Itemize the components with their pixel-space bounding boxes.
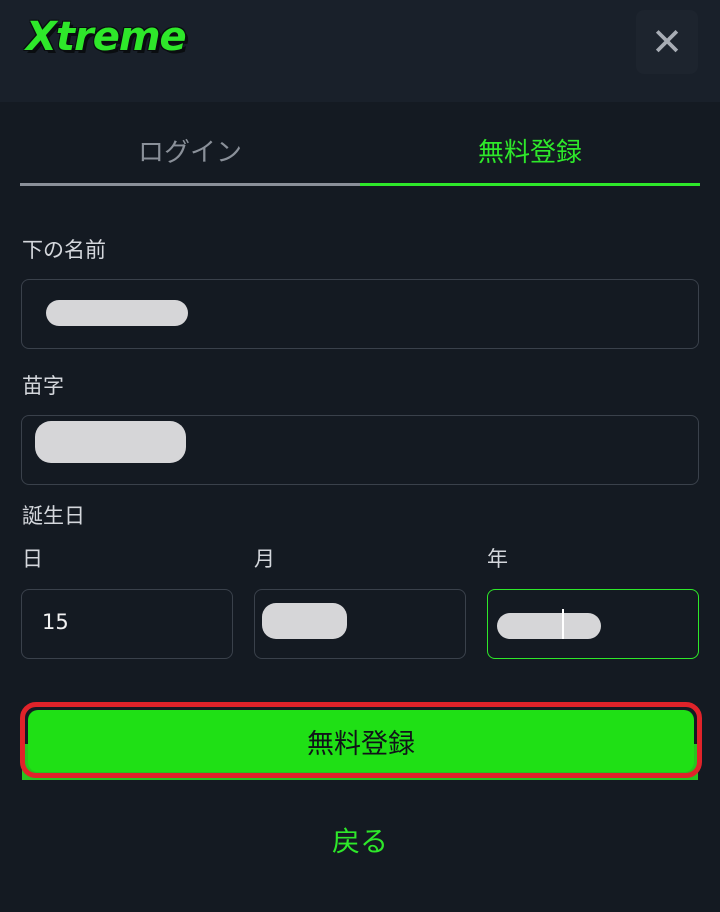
birthdate-label: 誕生日 [22,504,85,528]
header: Xtreme ✕ [0,0,720,102]
day-label: 日 [22,547,43,571]
close-icon: ✕ [651,20,683,64]
day-input[interactable]: 15 [21,589,233,659]
redacted-value [35,421,186,463]
year-label: 年 [487,547,508,571]
text-caret [562,609,564,639]
highlight-outline [20,702,702,778]
redacted-value [46,300,188,326]
redacted-value [262,603,347,639]
tab-login[interactable]: ログイン [20,118,360,186]
day-value: 15 [42,610,69,634]
month-label: 月 [254,547,275,571]
tab-register[interactable]: 無料登録 [360,118,700,186]
close-button[interactable]: ✕ [636,10,698,74]
year-input[interactable] [487,589,699,659]
last-name-input[interactable] [21,415,699,485]
last-name-label: 苗字 [22,374,64,398]
xtreme-logo: Xtreme [26,14,187,60]
register-page: Xtreme ✕ ログイン 無料登録 下の名前 苗字 誕生日 日 月 年 15 … [0,0,720,912]
first-name-label: 下の名前 [22,238,106,262]
back-link[interactable]: 戻る [0,820,720,860]
redacted-value [497,613,601,639]
first-name-input[interactable] [21,279,699,349]
month-input[interactable] [254,589,466,659]
